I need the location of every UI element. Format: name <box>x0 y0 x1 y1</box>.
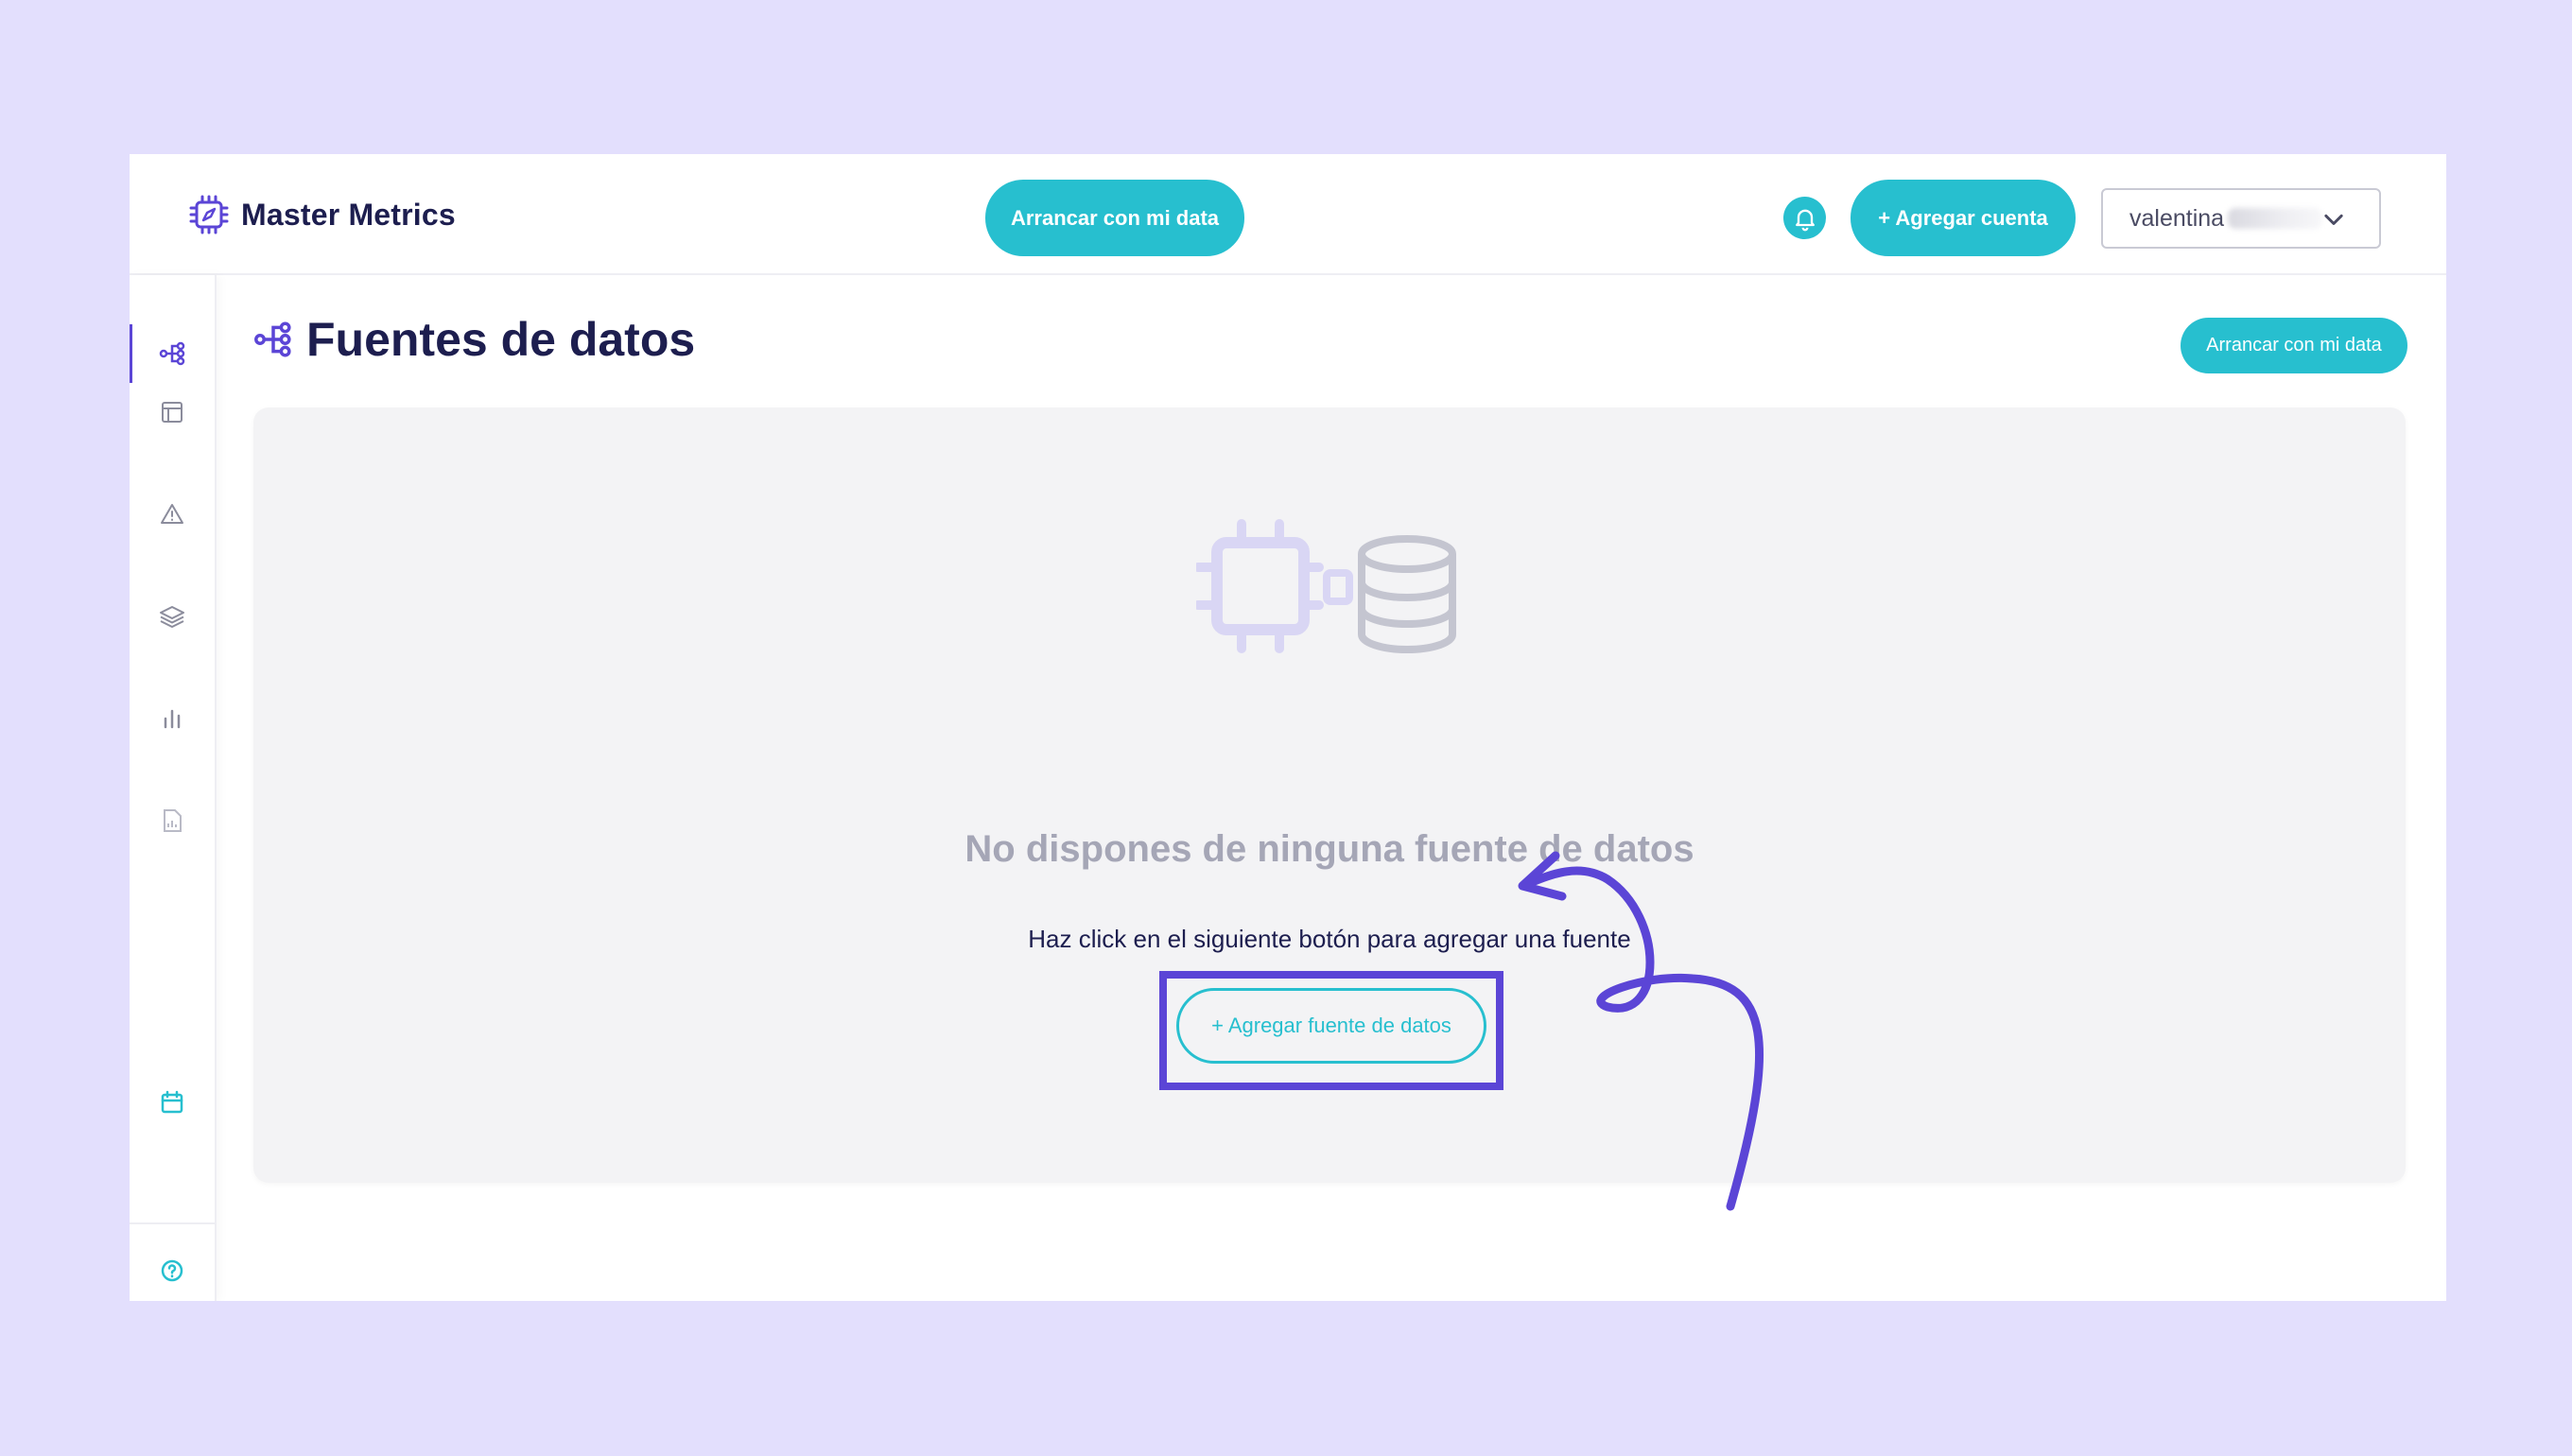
user-dropdown[interactable]: valentina <box>2101 188 2381 249</box>
bell-icon <box>1795 209 1815 231</box>
brand[interactable]: Master Metrics <box>188 192 456 237</box>
page-title: Fuentes de datos <box>306 313 696 366</box>
data-sources-icon <box>159 341 185 366</box>
page-header: Fuentes de datos <box>253 306 695 373</box>
sidebar-divider <box>130 1222 215 1224</box>
help-icon <box>161 1259 183 1282</box>
empty-state-title: No dispones de ninguna fuente de datos <box>964 828 1694 870</box>
table-icon <box>162 402 182 423</box>
sidebar-item-alerts[interactable] <box>130 483 215 546</box>
brand-name: Master Metrics <box>241 197 456 232</box>
add-account-button[interactable]: + Agregar cuenta <box>1851 180 2076 256</box>
sidebar-item-charts[interactable] <box>130 687 215 750</box>
chevron-down-icon <box>2324 214 2343 225</box>
start-with-my-data-button-secondary[interactable]: Arrancar con mi data <box>2181 318 2407 373</box>
sidebar <box>130 275 217 1301</box>
user-name: valentina <box>2129 204 2225 232</box>
data-sources-icon <box>254 321 291 357</box>
sidebar-item-calendar[interactable] <box>130 1071 215 1134</box>
calendar-icon <box>161 1090 183 1114</box>
brand-logo-icon <box>189 195 229 234</box>
alert-triangle-icon <box>161 504 183 524</box>
notifications-button[interactable] <box>1783 197 1826 239</box>
sidebar-item-layers[interactable] <box>130 585 215 648</box>
empty-datasource-illustration-icon <box>1196 519 1456 653</box>
bar-chart-icon <box>164 709 181 729</box>
start-with-my-data-button[interactable]: Arrancar con mi data <box>985 180 1244 256</box>
sidebar-item-help[interactable] <box>130 1239 215 1301</box>
sidebar-item-data-sources[interactable] <box>130 322 215 385</box>
report-icon <box>164 809 182 832</box>
top-bar: Master Metrics Arrancar con mi data + Ag… <box>130 154 2446 275</box>
empty-state-hint: Haz click en el siguiente botón para agr… <box>1028 925 1631 953</box>
sidebar-item-tables[interactable] <box>130 381 215 443</box>
app-window: Master Metrics Arrancar con mi data + Ag… <box>130 154 2446 1301</box>
layers-icon <box>160 606 184 628</box>
sidebar-item-reports[interactable] <box>130 789 215 852</box>
user-name-redacted <box>2228 208 2323 229</box>
add-data-source-button[interactable]: + Agregar fuente de datos <box>1176 988 1486 1064</box>
